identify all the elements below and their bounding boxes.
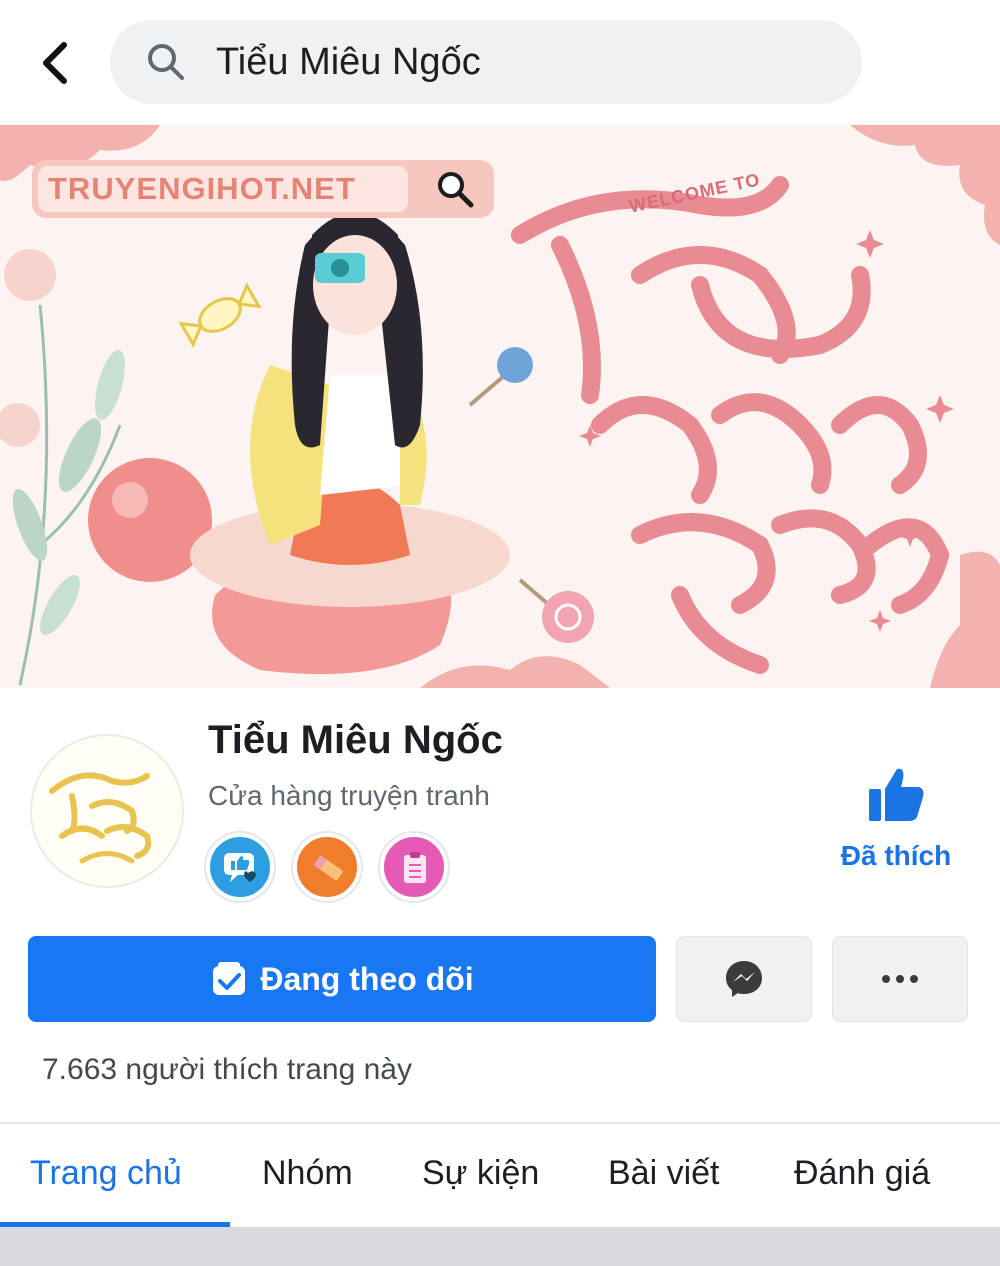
- pencil-badge-icon[interactable]: [293, 833, 361, 901]
- page-likes-count: 7.663 người thích trang này: [42, 1053, 412, 1086]
- messenger-icon: [726, 961, 762, 997]
- cover-brand-text: TRUYENGIHOT.NET: [38, 166, 408, 212]
- content-separator: [0, 1227, 1000, 1266]
- more-options-button[interactable]: [832, 936, 968, 1022]
- following-check-icon: [213, 962, 246, 995]
- tab-reviews[interactable]: Đánh giá: [794, 1154, 930, 1193]
- cover-photo[interactable]: TRUYENGIHOT.NET WELCOME TO: [0, 125, 1000, 688]
- following-button[interactable]: Đang theo dõi: [28, 936, 656, 1022]
- avatar-logo: [49, 772, 152, 864]
- cover-brand-badge: TRUYENGIHOT.NET: [32, 160, 494, 218]
- search-icon: [146, 40, 190, 84]
- page-tabs: Trang chủ Nhóm Sự kiện Bài viết Đánh giá: [0, 1124, 1000, 1228]
- tab-events[interactable]: Sự kiện: [422, 1154, 539, 1193]
- page-category: Cửa hàng truyện tranh: [208, 780, 490, 811]
- liked-button[interactable]: Đã thích: [826, 763, 966, 872]
- following-label: Đang theo dõi: [260, 960, 474, 997]
- checklist-badge-icon[interactable]: [380, 833, 448, 901]
- avatar[interactable]: [30, 734, 184, 888]
- tab-home[interactable]: Trang chủ: [30, 1154, 182, 1193]
- tab-posts[interactable]: Bài viết: [608, 1154, 720, 1193]
- tab-groups[interactable]: Nhóm: [262, 1154, 353, 1193]
- back-button[interactable]: [30, 38, 80, 88]
- search-input[interactable]: Tiểu Miêu Ngốc: [110, 20, 862, 104]
- search-query-text: Tiểu Miêu Ngốc: [216, 40, 481, 83]
- messenger-button[interactable]: [676, 936, 812, 1022]
- chevron-left-icon: [43, 42, 67, 84]
- liked-label: Đã thích: [840, 840, 952, 871]
- page-title: Tiểu Miêu Ngốc: [208, 718, 503, 762]
- search-icon: [438, 172, 474, 208]
- thumbs-up-icon: [869, 768, 924, 821]
- responsive-badge-icon[interactable]: [206, 833, 274, 901]
- page-profile-header: Tiểu Miêu Ngốc Cửa hàng truyện tranh Đã …: [0, 688, 1000, 938]
- more-dots-icon: [882, 975, 918, 983]
- top-search-bar: Tiểu Miêu Ngốc: [0, 0, 1000, 125]
